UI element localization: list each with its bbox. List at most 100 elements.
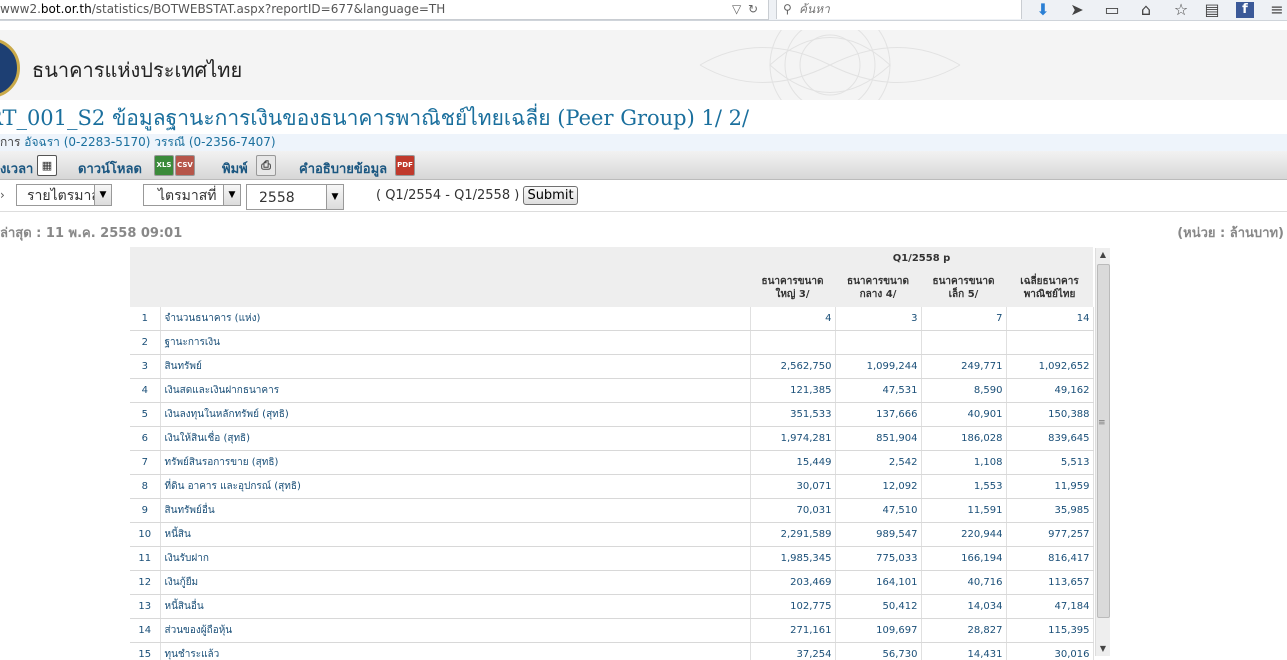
window-icon[interactable]: ▭: [1101, 0, 1123, 20]
table-row: 11 เงินรับฝาก 1,985,345 775,033 166,194 816,4…: [130, 546, 1094, 571]
row-value: 50,412: [835, 594, 922, 619]
reader-icon[interactable]: ▤: [1201, 0, 1223, 20]
row-value: 816,417: [1006, 546, 1094, 571]
row-value: [1006, 330, 1094, 355]
row-label[interactable]: เงินลงทุนในหลักทรัพย์ (สุทธิ): [160, 402, 751, 427]
row-label[interactable]: หนี้สินอื่น: [160, 594, 751, 619]
row-number: 7: [130, 450, 161, 475]
row-number: 14: [130, 618, 161, 643]
browser-toolbar: www2.bot.or.th/statistics/BOTWEBSTAT.asp…: [0, 0, 1287, 21]
row-number: 1: [130, 307, 161, 331]
scroll-down-icon[interactable]: ▼: [1096, 642, 1110, 656]
printer-icon[interactable]: ⎙: [256, 155, 276, 176]
table-row: 5 เงินลงทุนในหลักทรัพย์ (สุทธิ) 351,533 137…: [130, 402, 1094, 427]
header-blank: [130, 269, 750, 307]
url-prefix: www2.: [0, 2, 41, 16]
row-value: 989,547: [835, 522, 922, 547]
table-scrollbar[interactable]: ▲ ≡ ▼: [1095, 248, 1110, 656]
column-header-line: ธนาคารขนาด: [761, 276, 824, 287]
row-value: 775,033: [835, 546, 922, 571]
row-label[interactable]: หนี้สิน: [160, 522, 751, 547]
row-value: 1,985,345: [750, 546, 836, 571]
row-label[interactable]: ส่วนของผู้ถือหุ้น: [160, 618, 751, 643]
xls-icon[interactable]: XLS: [154, 155, 174, 176]
column-header: ธนาคารขนาด เล็ก 5/: [921, 269, 1006, 307]
download-arrow-icon[interactable]: ⬇: [1032, 0, 1054, 20]
contact-line: การ อัจฉรา (0-2283-5170) วรรณี (0-2356-7…: [0, 134, 1287, 151]
row-value: 14: [1006, 307, 1094, 331]
row-label[interactable]: ที่ดิน อาคาร และอุปกรณ์ (สุทธิ): [160, 474, 751, 499]
filter-left-cut: ›: [0, 188, 5, 202]
row-label[interactable]: เงินให้สินเชื่อ (สุทธิ): [160, 426, 751, 451]
row-value: 14,431: [921, 642, 1007, 660]
pdf-icon[interactable]: PDF: [395, 155, 415, 176]
reload-icon[interactable]: ↻: [748, 0, 758, 19]
row-number: 3: [130, 354, 161, 379]
table-row: 13 หนี้สินอื่น 102,775 50,412 14,034 47,184: [130, 594, 1094, 619]
chevron-down-icon: ▼: [326, 185, 343, 209]
scroll-thumb[interactable]: [1097, 264, 1110, 618]
row-value: 186,028: [921, 426, 1007, 451]
row-number: 12: [130, 570, 161, 595]
row-value: 47,184: [1006, 594, 1094, 619]
row-value: 351,533: [750, 402, 836, 427]
unit-label: (หน่วย : ล้านบาท): [1177, 226, 1284, 241]
period-select[interactable]: ไตรมาสที่ ▼: [143, 184, 241, 206]
menu-explain[interactable]: คำอธิบายข้อมูล: [299, 158, 387, 179]
menu-time-range[interactable]: งเวลา: [0, 158, 33, 179]
row-value: 137,666: [835, 402, 922, 427]
row-value: [835, 330, 922, 355]
menu-print[interactable]: พิมพ์: [222, 158, 248, 179]
url-dropdown-icon[interactable]: ▽: [732, 0, 741, 19]
row-label[interactable]: เงินรับฝาก: [160, 546, 751, 571]
row-value: 977,257: [1006, 522, 1094, 547]
row-number: 8: [130, 474, 161, 499]
row-label[interactable]: เงินสดและเงินฝากธนาคาร: [160, 378, 751, 403]
frequency-select[interactable]: รายไตรมาส ▼: [16, 184, 112, 206]
menu-download[interactable]: ดาวน์โหลด: [78, 158, 142, 179]
home-icon[interactable]: ⌂: [1135, 0, 1157, 20]
row-value: 30,016: [1006, 642, 1094, 660]
row-value: 166,194: [921, 546, 1007, 571]
row-value: 47,510: [835, 498, 922, 523]
menu-icon[interactable]: ≡: [1266, 0, 1287, 20]
bookmark-star-icon[interactable]: ☆: [1170, 0, 1192, 20]
csv-icon[interactable]: CSV: [175, 155, 195, 176]
contact-prefix: การ: [0, 135, 21, 149]
row-value: 1,108: [921, 450, 1007, 475]
facebook-icon[interactable]: f: [1236, 2, 1254, 18]
row-label[interactable]: จำนวนธนาคาร (แห่ง): [160, 307, 751, 331]
url-path: /statistics/BOTWEBSTAT.aspx?reportID=677…: [91, 2, 446, 16]
row-value: 851,904: [835, 426, 922, 451]
row-value: 115,395: [1006, 618, 1094, 643]
submit-button[interactable]: Submit: [523, 186, 578, 205]
last-updated: ล่าสุด : 11 พ.ค. 2558 09:01: [0, 226, 183, 241]
report-menubar: งเวลา ▦ ดาวน์โหลด XLS CSV พิมพ์ ⎙ คำอธิบ…: [0, 151, 1287, 180]
row-value: 37,254: [750, 642, 836, 660]
contact-names[interactable]: อัจฉรา (0-2283-5170) วรรณี (0-2356-7407): [24, 135, 275, 149]
table-row: 14 ส่วนของผู้ถือหุ้น 271,161 109,697 28,827 1…: [130, 618, 1094, 643]
banner-pattern: [699, 30, 961, 100]
row-label[interactable]: ทุนชำระแล้ว: [160, 642, 751, 660]
scroll-up-icon[interactable]: ▲: [1096, 248, 1110, 262]
send-icon[interactable]: ➤: [1066, 0, 1088, 20]
table-row: 9 สินทรัพย์อื่น 70,031 47,510 11,591 35,985: [130, 498, 1094, 523]
row-label[interactable]: ทรัพย์สินรอการขาย (สุทธิ): [160, 450, 751, 475]
row-value: [750, 330, 836, 355]
column-header-line: ธนาคารขนาด: [846, 276, 909, 287]
row-label[interactable]: สินทรัพย์: [160, 354, 751, 379]
year-select[interactable]: 2558 ▼: [246, 184, 344, 210]
row-label[interactable]: เงินกู้ยืม: [160, 570, 751, 595]
column-header: ธนาคารขนาด กลาง 4/: [835, 269, 921, 307]
calendar-icon[interactable]: ▦: [37, 155, 57, 176]
table-row: 8 ที่ดิน อาคาร และอุปกรณ์ (สุทธิ) 30,071 12…: [130, 474, 1094, 499]
row-number: 11: [130, 546, 161, 571]
row-value: 113,657: [1006, 570, 1094, 595]
url-bar[interactable]: www2.bot.or.th/statistics/BOTWEBSTAT.asp…: [0, 0, 769, 20]
row-value: 102,775: [750, 594, 836, 619]
row-label[interactable]: ฐานะการเงิน: [160, 330, 751, 355]
column-header: เฉลี่ยธนาคาร พาณิชย์ไทย: [1006, 269, 1094, 307]
search-input[interactable]: ⚲ ค้นหา: [776, 0, 1022, 19]
row-label[interactable]: สินทรัพย์อื่น: [160, 498, 751, 523]
row-value: 11,591: [921, 498, 1007, 523]
